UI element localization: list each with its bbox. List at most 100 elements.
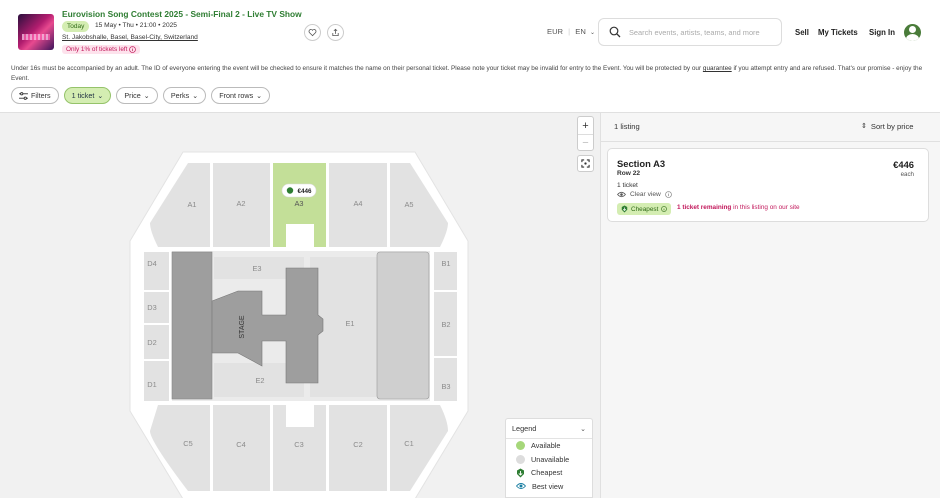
scarcity-badge: Only 1% of tickets left — [62, 45, 141, 54]
label-E2: E2 — [255, 376, 264, 385]
sell-link[interactable]: Sell — [795, 28, 809, 37]
legend-label: Unavailable — [531, 454, 570, 464]
share-icon — [332, 28, 339, 37]
my-tickets-link[interactable]: My Tickets — [818, 28, 858, 37]
label-C3: C3 — [294, 440, 303, 449]
listing-row: Row 22 — [617, 170, 641, 177]
chevron-down-icon: ⌄ — [256, 91, 263, 100]
separator: | — [568, 27, 571, 36]
section-C5[interactable] — [150, 405, 210, 491]
search-box[interactable] — [598, 18, 782, 46]
zoom-out-button[interactable]: − — [578, 134, 593, 151]
currency-language-selector[interactable]: EUR | EN ⌄ — [547, 27, 595, 36]
label-E1: E1 — [345, 319, 354, 328]
guarantee-link[interactable]: guarantee — [703, 65, 732, 72]
search-input[interactable] — [629, 27, 777, 37]
legend-item-unavailable: Unavailable — [506, 453, 592, 467]
label-A3: A3 — [294, 199, 303, 208]
price-dropdown[interactable]: Price ⌄ — [116, 87, 158, 104]
legend-header[interactable]: Legend ⌄ — [506, 419, 592, 439]
eye-icon — [617, 191, 626, 198]
sign-in-link[interactable]: Sign In — [869, 28, 895, 37]
sort-icon: ⇕ — [861, 123, 867, 130]
user-avatar-icon[interactable] — [904, 24, 921, 41]
perks-label: Perks — [170, 91, 190, 100]
sort-label: Sort by price — [870, 122, 914, 131]
listing-count: 1 listing — [614, 122, 640, 131]
favorite-button[interactable] — [304, 24, 321, 41]
fit-map-button[interactable] — [577, 155, 594, 172]
cheapest-icon — [621, 205, 628, 213]
legend-item-available: Available — [506, 439, 592, 453]
perks-dropdown[interactable]: Perks ⌄ — [162, 87, 207, 104]
event-venue-link[interactable]: St. Jakobshalle, Basel, Basel-City, Swit… — [62, 34, 198, 41]
label-C1: C1 — [404, 439, 413, 448]
section-D4[interactable] — [144, 252, 169, 290]
label-B1: B1 — [441, 259, 450, 268]
label-D3: D3 — [147, 303, 156, 312]
language-label: EN — [575, 27, 586, 36]
label-C2: C2 — [353, 440, 362, 449]
map-legend: Legend ⌄ Available Unavailable Cheapest … — [505, 418, 593, 498]
chevron-down-icon: ⌄ — [589, 30, 595, 36]
label-C4: C4 — [236, 440, 245, 449]
unavailable-swatch-icon — [516, 454, 525, 464]
label-C5: C5 — [183, 439, 192, 448]
price-label: Price — [124, 91, 141, 100]
legend-label: Cheapest — [531, 468, 563, 478]
price-tag-text: €446 — [297, 188, 312, 195]
zoom-controls: + − — [577, 116, 594, 151]
info-icon[interactable] — [664, 191, 672, 198]
filters-button[interactable]: Filters — [11, 87, 59, 104]
legend-label: Available — [531, 441, 561, 451]
stage-left-block — [171, 251, 213, 400]
listing-price: €446 — [893, 159, 914, 170]
section-C3-gap — [286, 405, 314, 427]
event-thumbnail[interactable] — [18, 14, 54, 50]
label-E3: E3 — [252, 264, 261, 273]
label-B3: B3 — [441, 382, 450, 391]
sort-dropdown[interactable]: ⇕ Sort by price — [861, 122, 914, 131]
chevron-down-icon: ⌄ — [192, 91, 199, 100]
info-icon[interactable] — [661, 206, 668, 212]
cheapest-icon — [286, 187, 294, 194]
price-tag-A3[interactable]: €446 — [281, 183, 317, 198]
listing-card[interactable]: Section A3 Row 22 1 ticket Clear view Ch… — [607, 148, 929, 222]
label-A2: A2 — [236, 199, 245, 208]
zoom-in-button[interactable]: + — [578, 117, 593, 134]
filters-label: Filters — [31, 91, 51, 100]
share-button[interactable] — [327, 24, 344, 41]
label-A1: A1 — [187, 200, 196, 209]
fullscreen-icon — [581, 159, 590, 168]
label-A4: A4 — [353, 199, 362, 208]
sliders-icon — [19, 91, 28, 100]
chevron-down-icon: ⌄ — [143, 91, 150, 100]
section-A3-gap — [286, 224, 314, 247]
listing-ticket-count: 1 ticket — [617, 182, 638, 189]
available-swatch-icon — [516, 441, 525, 451]
cheapest-badge: Cheapest — [617, 203, 672, 215]
header: Eurovision Song Contest 2025 - Semi-Fina… — [0, 0, 940, 62]
view-label: Clear view — [630, 191, 661, 198]
chevron-down-icon: ⌄ — [97, 91, 104, 100]
section-B3[interactable] — [434, 358, 457, 401]
right-riser-block — [376, 251, 430, 400]
notice-text: Under 16s must be accompanied by an adul… — [11, 65, 703, 72]
label-A5: A5 — [404, 200, 413, 209]
legend-item-best-view: Best view — [506, 480, 592, 494]
label-D4: D4 — [147, 259, 156, 268]
chevron-down-icon: ⌄ — [580, 425, 586, 433]
section-B1[interactable] — [434, 252, 457, 290]
front-rows-dropdown[interactable]: Front rows ⌄ — [211, 87, 271, 104]
info-icon[interactable] — [129, 46, 137, 53]
legend-item-cheapest: Cheapest — [506, 466, 592, 480]
cheapest-icon — [517, 468, 524, 478]
filter-bar: Filters 1 ticket ⌄ Price ⌄ Perks ⌄ Front… — [11, 87, 271, 104]
event-datetime: 15 May • Thu • 21:00 • 2025 — [95, 22, 177, 29]
ticket-quantity-dropdown[interactable]: 1 ticket ⌄ — [63, 87, 112, 104]
listing-view: Clear view — [617, 191, 672, 198]
event-title[interactable]: Eurovision Song Contest 2025 - Semi-Fina… — [62, 9, 302, 19]
remaining-rest: in this listing on our site — [731, 204, 800, 211]
heart-icon — [308, 29, 317, 37]
label-D1: D1 — [147, 380, 156, 389]
